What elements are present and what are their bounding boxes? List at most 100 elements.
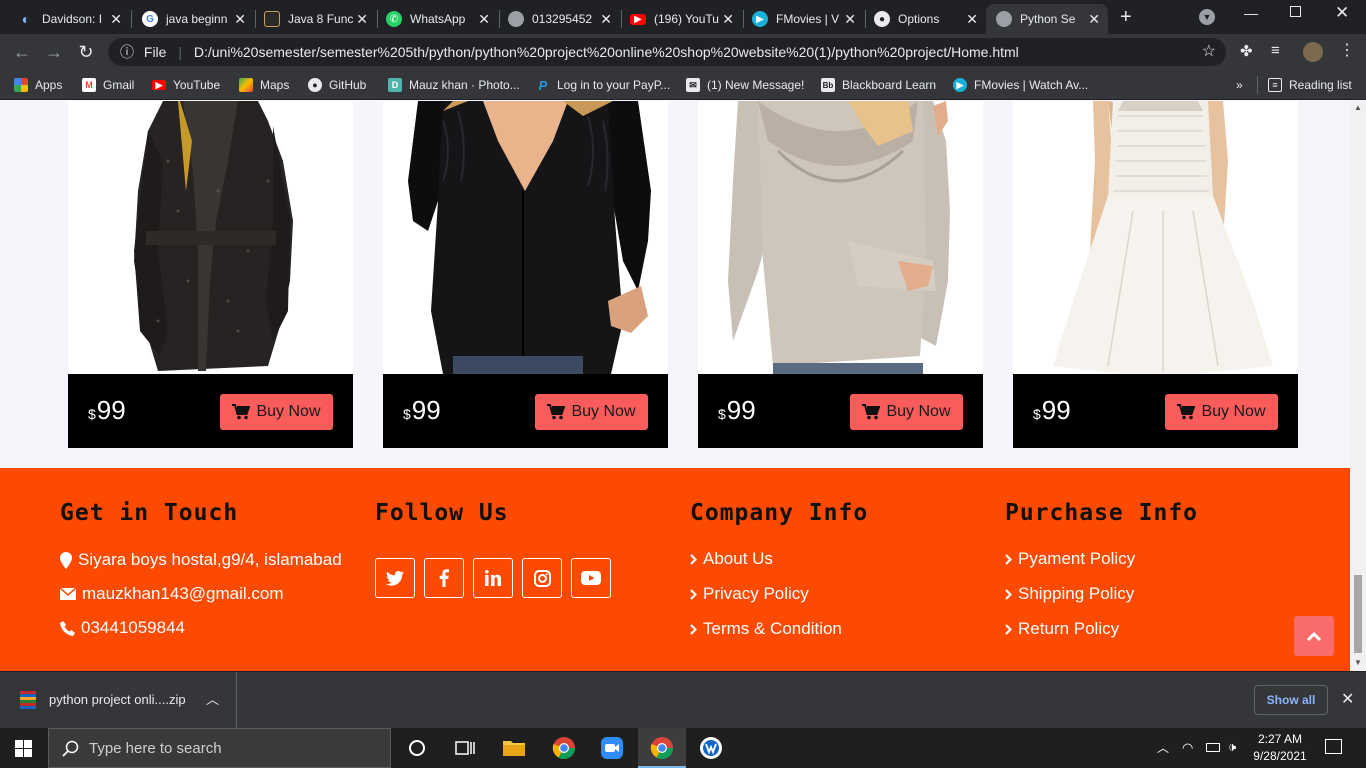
tab-python-server[interactable]: Python Ser ✕ [986, 4, 1108, 34]
facebook-icon[interactable] [424, 558, 464, 598]
reading-list-button[interactable]: ≡ Reading list [1257, 76, 1352, 94]
battery-icon[interactable] [1206, 743, 1220, 752]
bookmark-maps[interactable]: Maps [239, 76, 289, 94]
instagram-icon[interactable] [522, 558, 562, 598]
close-tab-icon[interactable]: ✕ [844, 11, 856, 28]
tab-number[interactable]: 013295452 ✕ [498, 4, 620, 34]
about-us-link[interactable]: About Us [690, 549, 773, 569]
bookmark-youtube[interactable]: ▶ YouTube [152, 76, 220, 94]
close-tab-icon[interactable]: ✕ [722, 11, 734, 28]
bookmark-apps[interactable]: Apps [14, 76, 62, 94]
buy-now-button[interactable]: Buy Now [220, 394, 333, 430]
extensions-icon[interactable]: ✤ [1240, 42, 1253, 60]
zoom-icon[interactable] [600, 736, 624, 760]
product-image[interactable] [383, 101, 668, 374]
back-to-top-button[interactable] [1294, 616, 1334, 656]
volume-icon[interactable]: 🕩 [1228, 739, 1236, 755]
bookmark-mauz-photo[interactable]: D Mauz khan · Photo... [388, 76, 520, 94]
scroll-up-arrow[interactable]: ▲ [1354, 103, 1362, 112]
task-view-icon[interactable] [453, 736, 477, 760]
page-scrollbar[interactable]: ▲ ▼ [1350, 101, 1366, 671]
close-tab-icon[interactable]: ✕ [478, 11, 490, 28]
buy-now-button[interactable]: Buy Now [1165, 394, 1278, 430]
tab-title: Davidson: I [42, 12, 103, 26]
youtube-icon[interactable] [571, 558, 611, 598]
bookmark-star-icon[interactable]: ☆ [1202, 38, 1216, 66]
windows-start-icon[interactable] [15, 740, 32, 757]
tab-search-icon[interactable]: ▼ [1199, 9, 1215, 25]
menu-icon[interactable]: ⋮ [1339, 40, 1355, 60]
tab-davidson[interactable]: ◐ Davidson: I ✕ [8, 4, 130, 34]
terms-link[interactable]: Terms & Condition [690, 619, 842, 639]
product-image[interactable] [1013, 101, 1298, 374]
system-clock[interactable]: 2:27 AM 9/28/2021 [1250, 731, 1310, 765]
linkedin-icon[interactable] [473, 558, 513, 598]
bookmark-new-message[interactable]: ✉ (1) New Message! [686, 76, 804, 94]
taskbar-search-box[interactable]: Type here to search [48, 728, 391, 768]
chevron-up-icon[interactable]: ︿ [206, 689, 219, 708]
wifi-icon[interactable]: ◠ [1182, 740, 1193, 756]
forward-button[interactable]: → [43, 41, 65, 63]
new-tab-button[interactable]: + [1120, 6, 1132, 29]
cortana-icon[interactable] [405, 736, 429, 760]
return-policy-link[interactable]: Return Policy [1005, 619, 1119, 639]
zip-file-icon [20, 691, 36, 709]
bookmark-blackboard[interactable]: Bb Blackboard Learn [821, 76, 936, 94]
window-close-button[interactable]: ✕ [1335, 3, 1349, 23]
close-tab-icon[interactable]: ✕ [110, 11, 122, 28]
tab-whatsapp[interactable]: ✆ WhatsApp ✕ [376, 4, 498, 34]
close-tab-icon[interactable]: ✕ [1088, 11, 1100, 28]
bookmark-label: Apps [35, 78, 63, 92]
close-tab-icon[interactable]: ✕ [234, 11, 246, 28]
tab-options[interactable]: ● Options ✕ [864, 4, 986, 34]
close-tab-icon[interactable]: ✕ [966, 11, 978, 28]
buy-now-button[interactable]: Buy Now [535, 394, 648, 430]
app-icon[interactable] [699, 736, 723, 760]
privacy-policy-link[interactable]: Privacy Policy [690, 584, 809, 604]
product-image[interactable] [698, 101, 983, 374]
twitter-icon[interactable] [375, 558, 415, 598]
chrome-icon[interactable] [552, 736, 576, 760]
tab-youtube[interactable]: ▶ (196) YouTu ✕ [620, 4, 742, 34]
purchase-info-heading: Purchase Info [1005, 500, 1199, 526]
download-item[interactable]: python project onli....zip ︿ [0, 672, 237, 728]
bookmark-gmail[interactable]: M Gmail [82, 76, 134, 94]
youtube-icon: ▶ [630, 13, 646, 25]
bookmark-fmovies[interactable]: ▶ FMovies | Watch Av... [953, 76, 1088, 94]
show-all-button[interactable]: Show all [1254, 685, 1328, 715]
product-image[interactable] [68, 101, 353, 374]
buy-now-button[interactable]: Buy Now [850, 394, 963, 430]
file-explorer-icon[interactable] [502, 736, 526, 760]
bookmark-label: YouTube [173, 78, 221, 92]
restore-button[interactable] [1290, 6, 1301, 17]
shipping-policy-link[interactable]: Shipping Policy [1005, 584, 1134, 604]
info-icon[interactable]: ⓘ [120, 44, 134, 60]
bookmark-github[interactable]: ● GitHub [308, 76, 366, 94]
link-label: Pyament Policy [1018, 549, 1136, 568]
scroll-down-arrow[interactable]: ▼ [1354, 658, 1362, 667]
bookmark-paypal[interactable]: P Log in to your PayP... [536, 76, 671, 94]
more-bookmarks-button[interactable]: » [1236, 76, 1243, 94]
tab-java-8-functional[interactable]: Java 8 Func ✕ [254, 4, 376, 34]
follow-us-heading: Follow Us [375, 500, 509, 526]
media-control-icon[interactable]: ≡ [1271, 42, 1280, 59]
scrollbar-thumb[interactable] [1354, 575, 1362, 653]
close-tab-icon[interactable]: ✕ [356, 11, 368, 28]
show-hidden-icons-button[interactable]: ︿ [1157, 739, 1169, 756]
payment-policy-link[interactable]: Pyament Policy [1005, 549, 1135, 569]
profile-avatar[interactable] [1303, 42, 1323, 62]
maps-icon [239, 78, 253, 92]
tab-fmovies[interactable]: ▶ FMovies | V ✕ [742, 4, 864, 34]
minimize-button[interactable]: — [1244, 5, 1258, 21]
close-download-bar-icon[interactable]: ✕ [1341, 689, 1354, 709]
back-button[interactable]: ← [11, 41, 33, 63]
tab-java-beginner[interactable]: G java beginn ✕ [132, 4, 254, 34]
reload-button[interactable]: ↻ [75, 41, 97, 63]
contact-email[interactable]: mauzkhan143@gmail.com [60, 584, 284, 604]
contact-phone[interactable]: 03441059844 [60, 618, 185, 638]
chrome-profile-taskbar-button[interactable] [638, 728, 686, 768]
notifications-icon[interactable] [1325, 739, 1342, 754]
close-tab-icon[interactable]: ✕ [600, 11, 612, 28]
address-bar[interactable]: ⓘ File | D:/uni%20semester/semester%205t… [108, 38, 1226, 66]
link-label: Privacy Policy [703, 584, 809, 603]
